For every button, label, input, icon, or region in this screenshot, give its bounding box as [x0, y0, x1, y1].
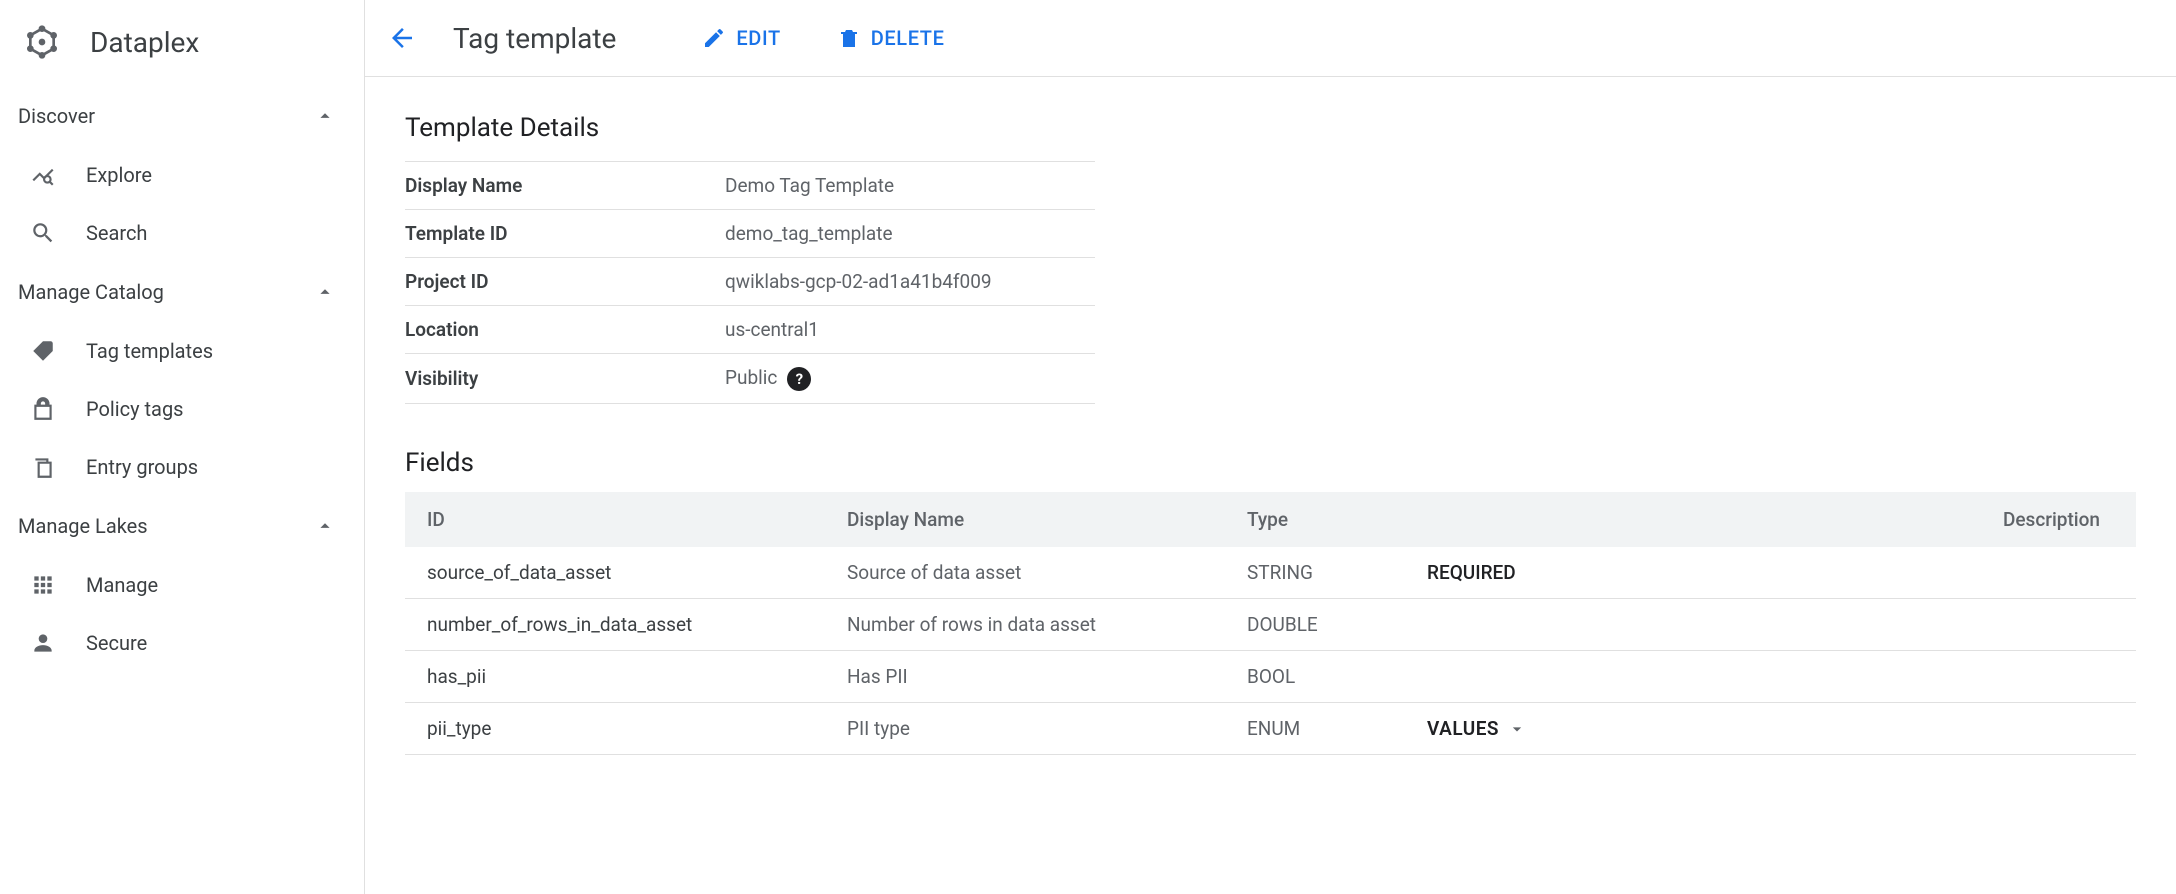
details-row: Visibility Public? [405, 354, 1095, 404]
field-name: PII type [825, 703, 1225, 755]
details-row: Template ID demo_tag_template [405, 210, 1095, 258]
field-desc [1605, 547, 2136, 599]
field-extra: VALUES [1405, 703, 1605, 755]
details-value: qwiklabs-gcp-02-ad1a41b4f009 [725, 258, 1095, 306]
field-name: Has PII [825, 651, 1225, 703]
nav-item-label: Policy tags [86, 397, 184, 421]
person-icon [30, 630, 56, 656]
field-desc [1605, 703, 2136, 755]
search-icon [30, 220, 56, 246]
chevron-up-icon [314, 281, 336, 303]
details-row: Display Name Demo Tag Template [405, 162, 1095, 210]
details-value: us-central1 [725, 306, 1095, 354]
product-header[interactable]: Dataplex [0, 8, 364, 86]
nav-item-entry-groups[interactable]: Entry groups [0, 438, 364, 496]
field-id: number_of_rows_in_data_asset [405, 599, 825, 651]
template-details-heading: Template Details [405, 113, 2136, 143]
nav-item-explore[interactable]: Explore [0, 146, 364, 204]
col-name: Display Name [825, 492, 1225, 547]
product-title: Dataplex [90, 26, 199, 59]
edit-label: EDIT [736, 26, 780, 50]
content-area: Template Details Display Name Demo Tag T… [365, 77, 2176, 894]
values-label: VALUES [1427, 717, 1499, 740]
tag-icon [30, 338, 56, 364]
col-extra [1405, 492, 1605, 547]
delete-icon [837, 26, 861, 50]
back-arrow-icon [387, 23, 417, 53]
details-label: Template ID [405, 210, 725, 258]
details-row: Project ID qwiklabs-gcp-02-ad1a41b4f009 [405, 258, 1095, 306]
main: Tag template EDIT DELETE Template Detail… [365, 0, 2176, 894]
details-value: Public? [725, 354, 1095, 404]
edit-icon [702, 26, 726, 50]
help-icon[interactable]: ? [787, 367, 811, 391]
field-desc [1605, 599, 2136, 651]
topbar: Tag template EDIT DELETE [365, 0, 2176, 77]
nav-section-manage-catalog[interactable]: Manage Catalog [0, 262, 364, 322]
explore-icon [30, 162, 56, 188]
fields-table: ID Display Name Type Description source_… [405, 492, 2136, 755]
copy-icon [30, 454, 56, 480]
sidebar: Dataplex Discover Explore Search Manage C… [0, 0, 365, 894]
values-dropdown[interactable]: VALUES [1427, 717, 1527, 740]
details-row: Location us-central1 [405, 306, 1095, 354]
details-value: demo_tag_template [725, 210, 1095, 258]
nav-section-discover[interactable]: Discover [0, 86, 364, 146]
nav-section-label: Manage Lakes [18, 514, 148, 538]
nav-item-secure[interactable]: Secure [0, 614, 364, 672]
details-label: Visibility [405, 354, 725, 404]
nav-section-manage-lakes[interactable]: Manage Lakes [0, 496, 364, 556]
field-type: DOUBLE [1225, 599, 1405, 651]
nav-item-label: Secure [86, 631, 147, 655]
template-details-table: Display Name Demo Tag TemplateTemplate I… [405, 161, 1095, 404]
nav-section-label: Manage Catalog [18, 280, 164, 304]
nav-item-tag-templates[interactable]: Tag templates [0, 322, 364, 380]
field-extra: REQUIRED [1405, 547, 1605, 599]
chevron-down-icon [1507, 719, 1527, 739]
field-extra [1405, 651, 1605, 703]
field-id: has_pii [405, 651, 825, 703]
fields-header-row: ID Display Name Type Description [405, 492, 2136, 547]
field-type: BOOL [1225, 651, 1405, 703]
chevron-up-icon [314, 105, 336, 127]
field-desc [1605, 651, 2136, 703]
details-label: Project ID [405, 258, 725, 306]
field-type: ENUM [1225, 703, 1405, 755]
col-id: ID [405, 492, 825, 547]
chevron-up-icon [314, 515, 336, 537]
details-label: Location [405, 306, 725, 354]
field-id: pii_type [405, 703, 825, 755]
details-label: Display Name [405, 162, 725, 210]
details-value: Demo Tag Template [725, 162, 1095, 210]
delete-label: DELETE [871, 26, 945, 50]
nav-item-manage[interactable]: Manage [0, 556, 364, 614]
nav-item-search[interactable]: Search [0, 204, 364, 262]
field-row: source_of_data_asset Source of data asse… [405, 547, 2136, 599]
delete-button[interactable]: DELETE [827, 20, 955, 56]
field-row: has_pii Has PII BOOL [405, 651, 2136, 703]
lock-icon [30, 396, 56, 422]
field-type: STRING [1225, 547, 1405, 599]
nav-item-label: Manage [86, 573, 158, 597]
field-name: Number of rows in data asset [825, 599, 1225, 651]
col-type: Type [1225, 492, 1405, 547]
dataplex-icon [22, 22, 62, 62]
back-button[interactable] [387, 23, 417, 53]
apps-icon [30, 572, 56, 598]
page-title: Tag template [453, 22, 616, 55]
field-id: source_of_data_asset [405, 547, 825, 599]
fields-heading: Fields [405, 448, 2136, 478]
nav-item-label: Explore [86, 163, 152, 187]
nav-item-label: Search [86, 221, 147, 245]
nav-section-label: Discover [18, 104, 95, 128]
col-desc: Description [1605, 492, 2136, 547]
field-row: number_of_rows_in_data_asset Number of r… [405, 599, 2136, 651]
nav-item-label: Tag templates [86, 339, 213, 363]
edit-button[interactable]: EDIT [692, 20, 790, 56]
nav-item-policy-tags[interactable]: Policy tags [0, 380, 364, 438]
field-row: pii_type PII type ENUM VALUES [405, 703, 2136, 755]
nav-item-label: Entry groups [86, 455, 198, 479]
field-extra [1405, 599, 1605, 651]
field-name: Source of data asset [825, 547, 1225, 599]
